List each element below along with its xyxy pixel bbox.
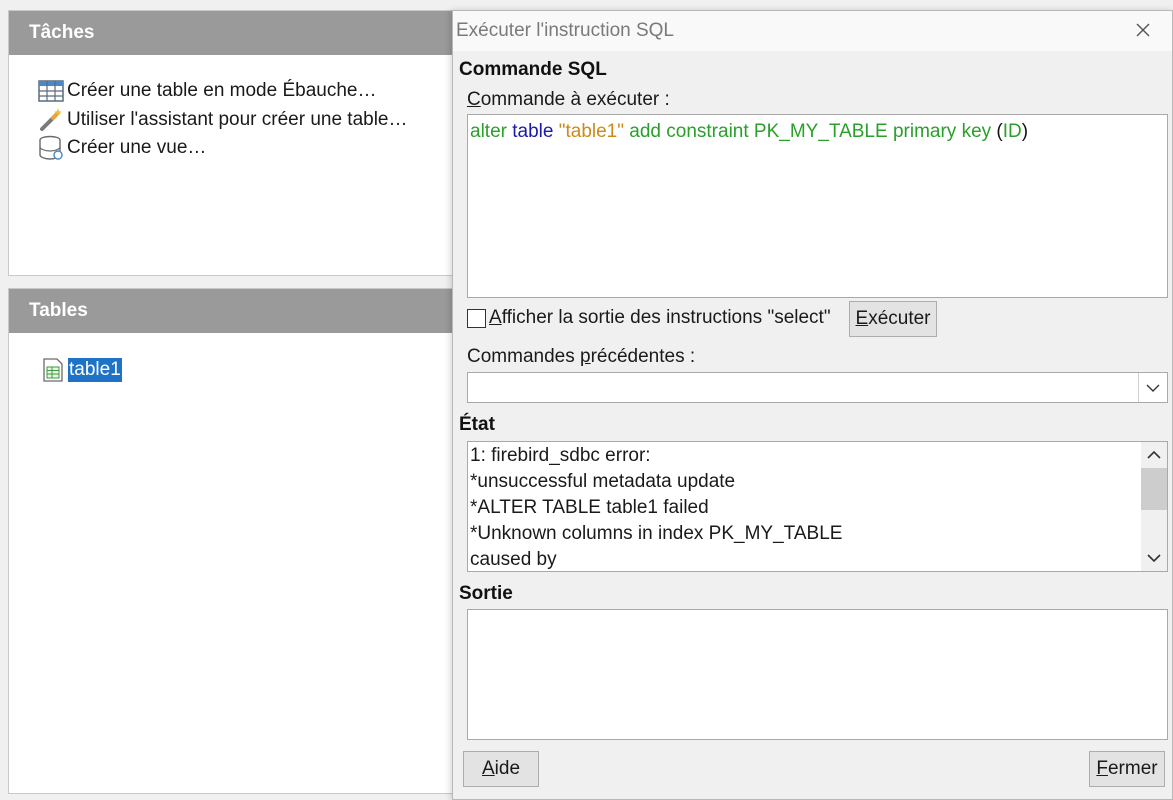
task-list: Créer une table en mode Ébauche… Utilise… xyxy=(9,55,457,163)
status-lines: 1: firebird_sdbc error: *unsuccessful me… xyxy=(470,443,843,571)
sql-token: alter xyxy=(470,121,513,142)
command-label: Commande à exécuter : xyxy=(467,89,670,111)
close-accel: F xyxy=(1096,758,1108,779)
status-scrollbar[interactable] xyxy=(1141,442,1167,571)
dialog-titlebar[interactable]: Exécuter l'instruction SQL xyxy=(453,11,1172,51)
wizard-icon xyxy=(37,107,65,133)
tasks-panel-header: Tâches xyxy=(9,11,457,55)
chevron-down-icon[interactable] xyxy=(1138,373,1167,402)
tables-panel-header: Tables xyxy=(9,289,457,333)
status-text-area[interactable]: 1: firebird_sdbc error: *unsuccessful me… xyxy=(467,441,1168,572)
sql-section-heading: Commande SQL xyxy=(459,59,607,80)
close-rest: ermer xyxy=(1107,758,1158,779)
execute-accel: E xyxy=(855,308,869,329)
previous-label-post: récédentes : xyxy=(590,346,696,367)
task-label: Créer une table en mode Ébauche… xyxy=(67,80,377,102)
table-icon xyxy=(39,357,67,383)
close-button[interactable]: Fermer xyxy=(1089,751,1165,787)
sql-token: table xyxy=(512,121,554,142)
tables-panel: Tables table1 xyxy=(8,288,458,794)
previous-commands-label: Commandes précédentes : xyxy=(467,346,695,368)
execute-button[interactable]: Exécuter xyxy=(849,301,937,337)
output-section-heading: Sortie xyxy=(459,583,513,604)
status-line: *unsuccessful metadata update xyxy=(470,471,736,492)
task-create-table-design[interactable]: Créer une table en mode Ébauche… xyxy=(37,77,457,106)
close-icon[interactable] xyxy=(1130,17,1156,43)
scrollbar-thumb[interactable] xyxy=(1141,468,1167,510)
table-list-item[interactable]: table1 xyxy=(39,357,457,383)
task-create-view[interactable]: Créer une vue… xyxy=(37,134,457,163)
scroll-down-icon[interactable] xyxy=(1141,545,1167,571)
help-button[interactable]: Aide xyxy=(463,751,539,787)
command-label-rest: ommande à exécuter : xyxy=(480,89,670,110)
table-design-icon xyxy=(37,78,65,104)
sql-token: add constraint PK_MY_TABLE primary key xyxy=(624,121,997,142)
show-select-output-checkbox[interactable] xyxy=(467,308,486,328)
status-line: 1: firebird_sdbc error: xyxy=(470,445,651,466)
help-rest: ide xyxy=(494,758,521,779)
task-label: Utiliser l'assistant pour créer une tabl… xyxy=(67,108,408,130)
sql-token: ID xyxy=(1002,121,1022,142)
show-select-accel: A xyxy=(489,307,502,328)
previous-commands-combo[interactable] xyxy=(467,372,1168,403)
tasks-panel: Tâches Créer une table en mode Ébauche… xyxy=(8,10,458,276)
sql-token: "table1" xyxy=(558,121,624,142)
previous-label-accel: p xyxy=(580,346,591,367)
help-accel: A xyxy=(481,758,495,779)
status-line: *Unknown columns in index PK_MY_TABLE xyxy=(470,523,843,544)
show-select-output-row: Afficher la sortie des instructions "sel… xyxy=(467,307,831,329)
sql-command-editor[interactable]: alter table "table1" add constraint PK_M… xyxy=(467,114,1168,298)
sql-token: ) xyxy=(1021,121,1029,142)
database-view-icon xyxy=(37,135,65,161)
scroll-up-icon[interactable] xyxy=(1141,442,1167,468)
execute-rest: xécuter xyxy=(868,308,931,329)
task-label: Créer une vue… xyxy=(67,137,207,159)
status-section-heading: État xyxy=(459,414,495,435)
show-select-output-label[interactable]: Afficher la sortie des instructions "sel… xyxy=(489,307,831,329)
status-line: caused by xyxy=(470,549,557,570)
execute-sql-dialog: Exécuter l'instruction SQL Commande SQL … xyxy=(452,10,1173,800)
previous-label-pre: Commandes xyxy=(467,346,580,367)
show-select-rest: fficher la sortie des instructions "sele… xyxy=(501,307,831,328)
status-line: *ALTER TABLE table1 failed xyxy=(470,497,709,518)
task-table-wizard[interactable]: Utiliser l'assistant pour créer une tabl… xyxy=(37,106,457,135)
table-name: table1 xyxy=(68,358,122,382)
output-text-area[interactable] xyxy=(467,609,1168,740)
command-label-accel: C xyxy=(467,89,481,110)
dialog-title: Exécuter l'instruction SQL xyxy=(456,20,674,41)
